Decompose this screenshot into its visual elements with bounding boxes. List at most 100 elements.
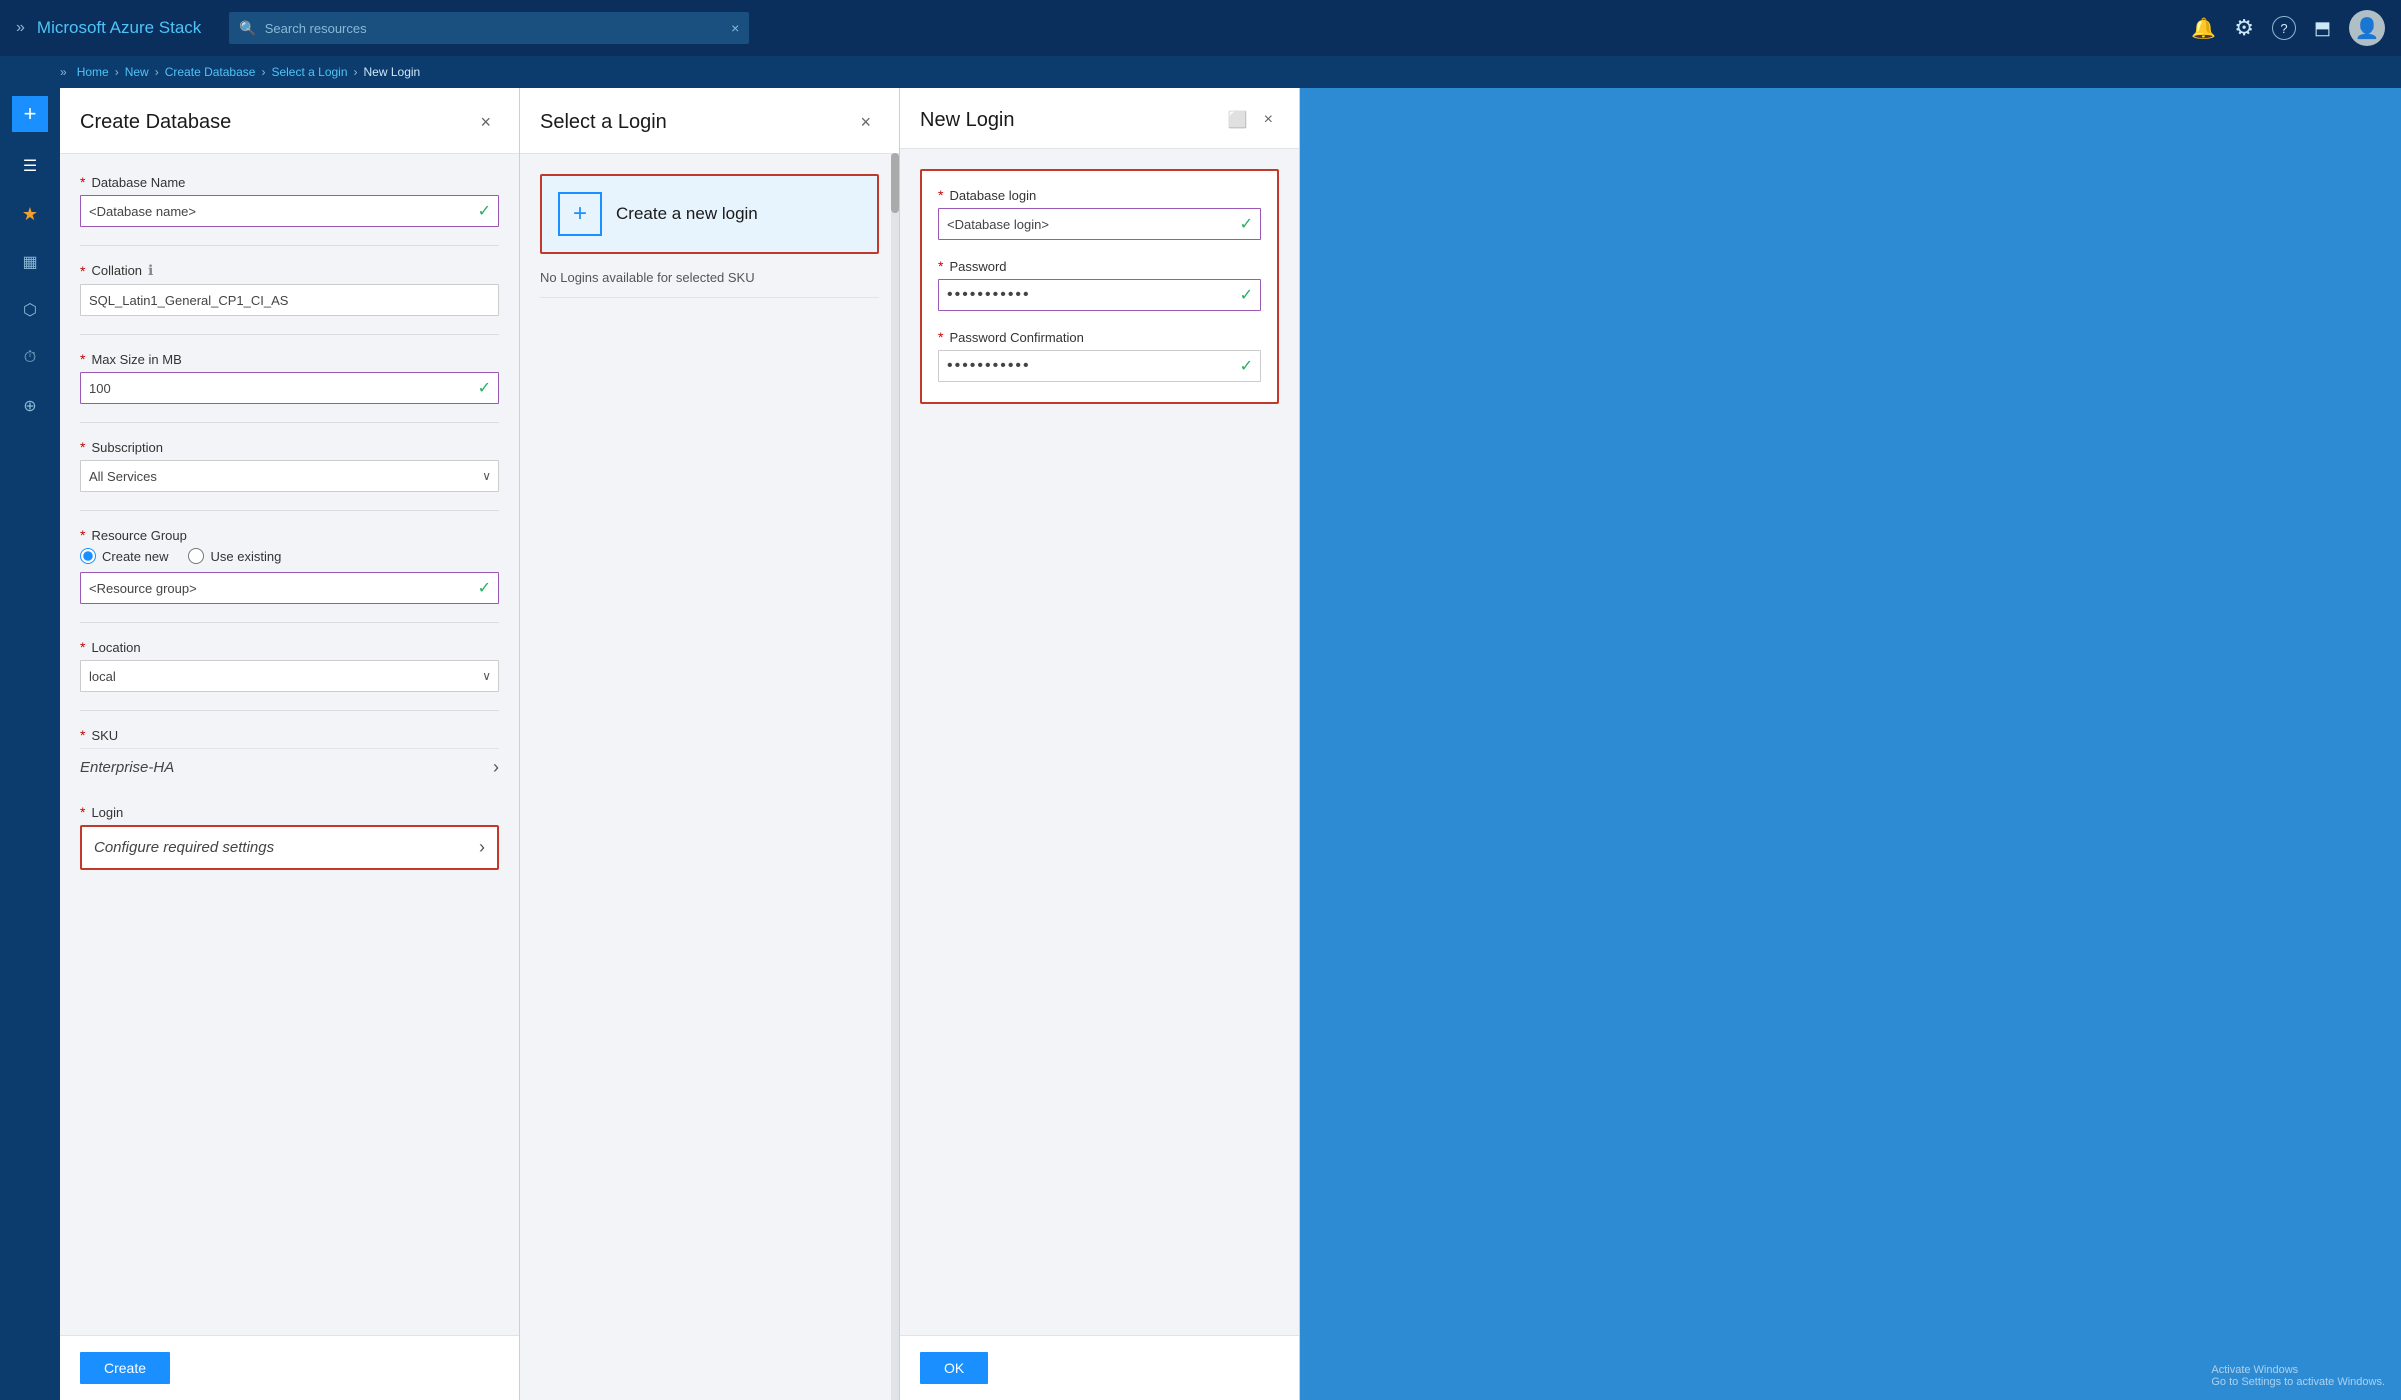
new-login-title: New Login xyxy=(920,109,1015,132)
max-size-input[interactable] xyxy=(80,372,499,404)
sku-row[interactable]: Enterprise-HA › xyxy=(80,748,499,786)
login-row[interactable]: Configure required settings › xyxy=(80,825,499,870)
maximize-button[interactable]: ⬜ xyxy=(1222,108,1254,132)
collation-label: * Collation ℹ xyxy=(80,262,499,279)
create-database-close-button[interactable]: × xyxy=(472,108,499,137)
collation-info-icon[interactable]: ℹ xyxy=(148,262,153,279)
divider-2 xyxy=(80,334,499,335)
create-new-login-card[interactable]: + Create a new login xyxy=(540,174,879,254)
collation-input[interactable] xyxy=(80,284,499,316)
resources-icon: ⬡ xyxy=(23,300,37,320)
search-input[interactable] xyxy=(265,21,723,36)
dashboard-icon: ▦ xyxy=(22,252,37,272)
avatar[interactable]: 👤 xyxy=(2349,10,2385,46)
select-login-panel: Select a Login × + Create a new login No… xyxy=(520,88,900,1400)
login-group: * Login Configure required settings › xyxy=(80,804,499,870)
subscription-select-wrapper: All Services ∨ xyxy=(80,460,499,492)
no-logins-text: No Logins available for selected SKU xyxy=(540,270,879,298)
new-login-header: New Login ⬜ × xyxy=(900,88,1299,149)
breadcrumb-select-login[interactable]: Select a Login xyxy=(271,65,347,79)
resource-group-check-icon: ✓ xyxy=(478,578,491,598)
divider-3 xyxy=(80,422,499,423)
main-area: Create Database × * Database Name ✓ * xyxy=(60,88,2401,1400)
select-login-close-button[interactable]: × xyxy=(852,108,879,137)
database-name-input[interactable] xyxy=(80,195,499,227)
database-name-group: * Database Name ✓ xyxy=(80,174,499,227)
resource-group-use-existing[interactable]: Use existing xyxy=(188,548,281,564)
max-size-check-icon: ✓ xyxy=(478,378,491,398)
search-close-icon[interactable]: × xyxy=(731,20,739,36)
use-existing-radio[interactable] xyxy=(188,548,204,564)
feedback-icon[interactable]: ⬒ xyxy=(2314,18,2331,39)
location-select-wrapper: local ∨ xyxy=(80,660,499,692)
password-confirm-label: * Password Confirmation xyxy=(938,329,1261,345)
ok-button[interactable]: OK xyxy=(920,1352,988,1384)
star-icon: ★ xyxy=(22,204,38,225)
required-star-9: * xyxy=(938,187,943,203)
create-login-plus-icon: + xyxy=(558,192,602,236)
create-login-label: Create a new login xyxy=(616,204,758,224)
database-name-input-wrapper: ✓ xyxy=(80,195,499,227)
create-new-radio[interactable] xyxy=(80,548,96,564)
help-icon[interactable]: ? xyxy=(2272,16,2296,40)
sidebar-item-favorites[interactable]: ★ xyxy=(4,192,56,236)
sidebar: + ☰ ★ ▦ ⬡ ⏱ ⊕ xyxy=(0,88,60,1400)
required-star: * xyxy=(80,174,85,190)
resource-group-input-wrapper: ✓ xyxy=(80,572,499,604)
sku-chevron-icon: › xyxy=(493,757,499,778)
breadcrumb-home[interactable]: Home xyxy=(77,65,109,79)
new-login-close-button[interactable]: × xyxy=(1258,109,1279,131)
subscription-select[interactable]: All Services xyxy=(80,460,499,492)
menu-icon: ☰ xyxy=(23,156,37,176)
create-database-header: Create Database × xyxy=(60,88,519,154)
db-login-label: * Database login xyxy=(938,187,1261,203)
divider-1 xyxy=(80,245,499,246)
location-group: * Location local ∨ xyxy=(80,639,499,692)
required-star-11: * xyxy=(938,329,943,345)
db-login-input[interactable] xyxy=(938,208,1261,240)
password-confirm-input[interactable] xyxy=(938,350,1261,382)
sidebar-add-button[interactable]: + xyxy=(12,96,48,132)
gear-icon[interactable]: ⚙ xyxy=(2234,15,2254,41)
sidebar-item-menu[interactable]: ☰ xyxy=(4,144,56,188)
location-select[interactable]: local xyxy=(80,660,499,692)
required-star-10: * xyxy=(938,258,943,274)
breadcrumb-create-database[interactable]: Create Database xyxy=(165,65,256,79)
resource-group-group: * Resource Group Create new Use existing xyxy=(80,527,499,604)
login-configure-text: Configure required settings xyxy=(94,839,274,856)
max-size-group: * Max Size in MB ✓ xyxy=(80,351,499,404)
resource-group-radio: Create new Use existing xyxy=(80,548,499,564)
required-star-2: * xyxy=(80,263,85,279)
required-star-8: * xyxy=(80,804,85,820)
right-area: Activate WindowsGo to Settings to activa… xyxy=(1300,88,2401,1400)
sidebar-item-globe[interactable]: ⊕ xyxy=(4,384,56,428)
password-input[interactable] xyxy=(938,279,1261,311)
bell-icon[interactable]: 🔔 xyxy=(2191,16,2216,41)
database-name-label: * Database Name xyxy=(80,174,499,190)
sidebar-item-dashboard[interactable]: ▦ xyxy=(4,240,56,284)
create-button[interactable]: Create xyxy=(80,1352,170,1384)
resource-group-create-new[interactable]: Create new xyxy=(80,548,168,564)
divider-5 xyxy=(80,622,499,623)
topbar: » Microsoft Azure Stack 🔍 × 🔔 ⚙ ? ⬒ 👤 xyxy=(0,0,2401,56)
sidebar-item-history[interactable]: ⏱ xyxy=(4,336,56,380)
divider-6 xyxy=(80,710,499,711)
password-confirm-check-icon: ✓ xyxy=(1240,356,1253,376)
max-size-label: * Max Size in MB xyxy=(80,351,499,367)
expand-icon[interactable]: » xyxy=(60,65,67,79)
db-login-input-wrapper: ✓ xyxy=(938,208,1261,240)
select-login-title: Select a Login xyxy=(540,111,667,134)
subscription-group: * Subscription All Services ∨ xyxy=(80,439,499,492)
scrollbar[interactable] xyxy=(891,153,899,1400)
sidebar-item-resources[interactable]: ⬡ xyxy=(4,288,56,332)
breadcrumb-new[interactable]: New xyxy=(125,65,149,79)
resource-group-input[interactable] xyxy=(80,572,499,604)
search-bar[interactable]: 🔍 × xyxy=(229,12,749,44)
resource-group-label: * Resource Group xyxy=(80,527,499,543)
required-star-4: * xyxy=(80,439,85,455)
globe-icon: ⊕ xyxy=(23,396,36,416)
sku-label: * SKU xyxy=(80,727,499,743)
password-confirm-group: * Password Confirmation ✓ xyxy=(938,329,1261,382)
breadcrumb: » Home › New › Create Database › Select … xyxy=(0,56,2401,88)
collapse-icon[interactable]: » xyxy=(16,19,25,37)
